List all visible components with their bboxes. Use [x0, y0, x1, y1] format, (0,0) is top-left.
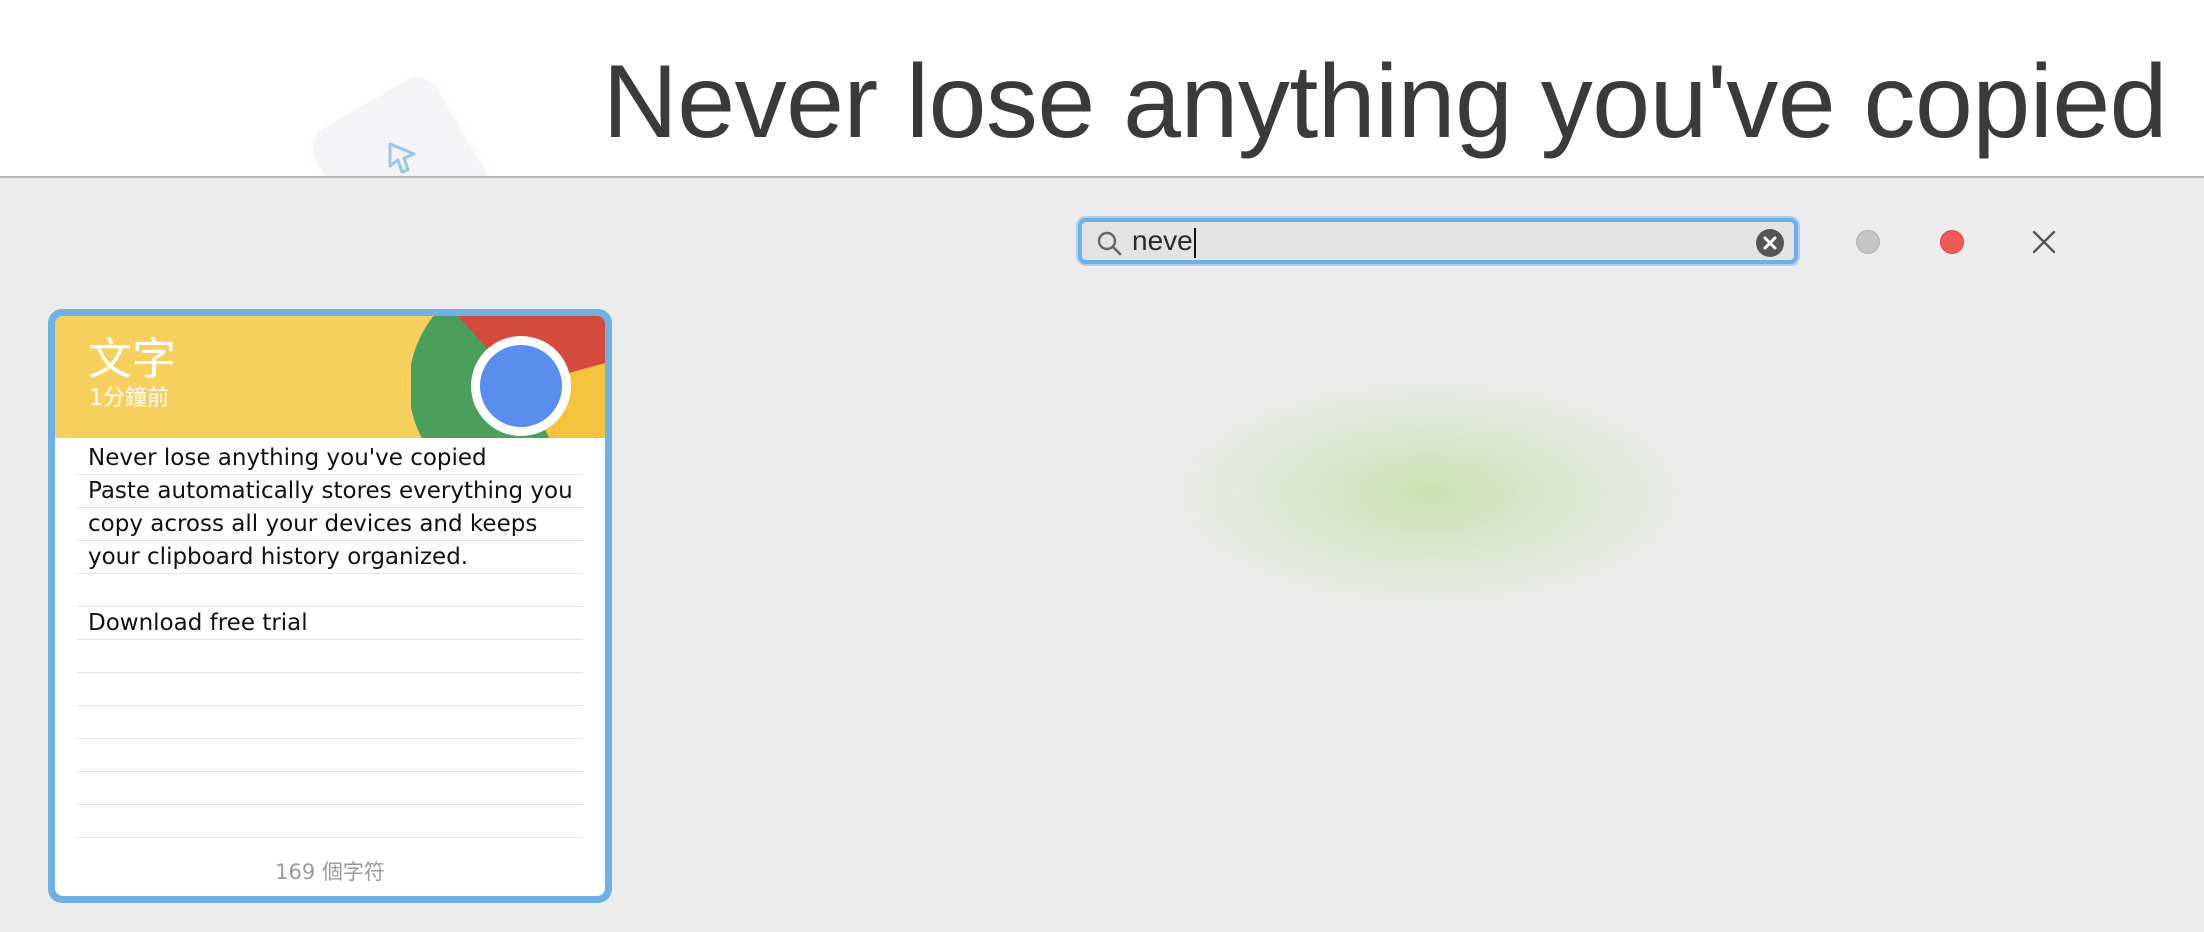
clip-time-label: 1分鐘前: [89, 386, 169, 411]
arrow-icon: [388, 142, 416, 174]
background-webpage: Never lose anything you've copied: [0, 0, 2204, 176]
clear-search-button[interactable]: [1756, 229, 1784, 257]
clip-line: Paste automatically stores everything yo…: [77, 475, 583, 508]
clip-line: your clipboard history organized.: [77, 541, 583, 574]
search-value: neve: [1132, 225, 1193, 256]
clip-line: [77, 574, 583, 607]
clip-line: copy across all your devices and keeps: [77, 508, 583, 541]
background-glow: [1170, 378, 1690, 608]
search-field[interactable]: neve: [1078, 218, 1798, 264]
chrome-icon: [411, 316, 605, 438]
screen: Never lose anything you've copied neve 文…: [0, 0, 2204, 932]
record-button[interactable]: [1940, 230, 1964, 254]
text-caret: [1193, 227, 1196, 258]
clear-circle-icon: [1763, 236, 1777, 250]
pause-button[interactable]: [1856, 230, 1880, 254]
clip-line: Download free trial: [77, 607, 583, 640]
search-icon: [1097, 231, 1122, 256]
clip-line: [77, 673, 583, 706]
hero-title: Never lose anything you've copied: [602, 44, 2168, 160]
clip-type-label: 文字: [88, 334, 176, 385]
clip-line: [77, 772, 583, 805]
clip-content: Never lose anything you've copied Paste …: [77, 442, 583, 838]
clip-line: [77, 805, 583, 838]
clip-card-header: 文字 1分鐘前: [55, 316, 605, 438]
clip-line: [77, 706, 583, 739]
paste-panel: neve 文字 1分鐘前 Never lose anything you've …: [0, 176, 2204, 932]
clip-line: Never lose anything you've copied: [77, 442, 583, 475]
clip-line: [77, 640, 583, 673]
clip-line: [77, 739, 583, 772]
clip-char-count: 169 個字符: [275, 860, 385, 884]
close-icon[interactable]: [2030, 228, 2058, 256]
search-input[interactable]: neve: [1132, 224, 1732, 258]
clip-card-inner: 文字 1分鐘前 Never lose anything you've copie…: [55, 316, 605, 896]
clip-card[interactable]: 文字 1分鐘前 Never lose anything you've copie…: [48, 309, 612, 903]
